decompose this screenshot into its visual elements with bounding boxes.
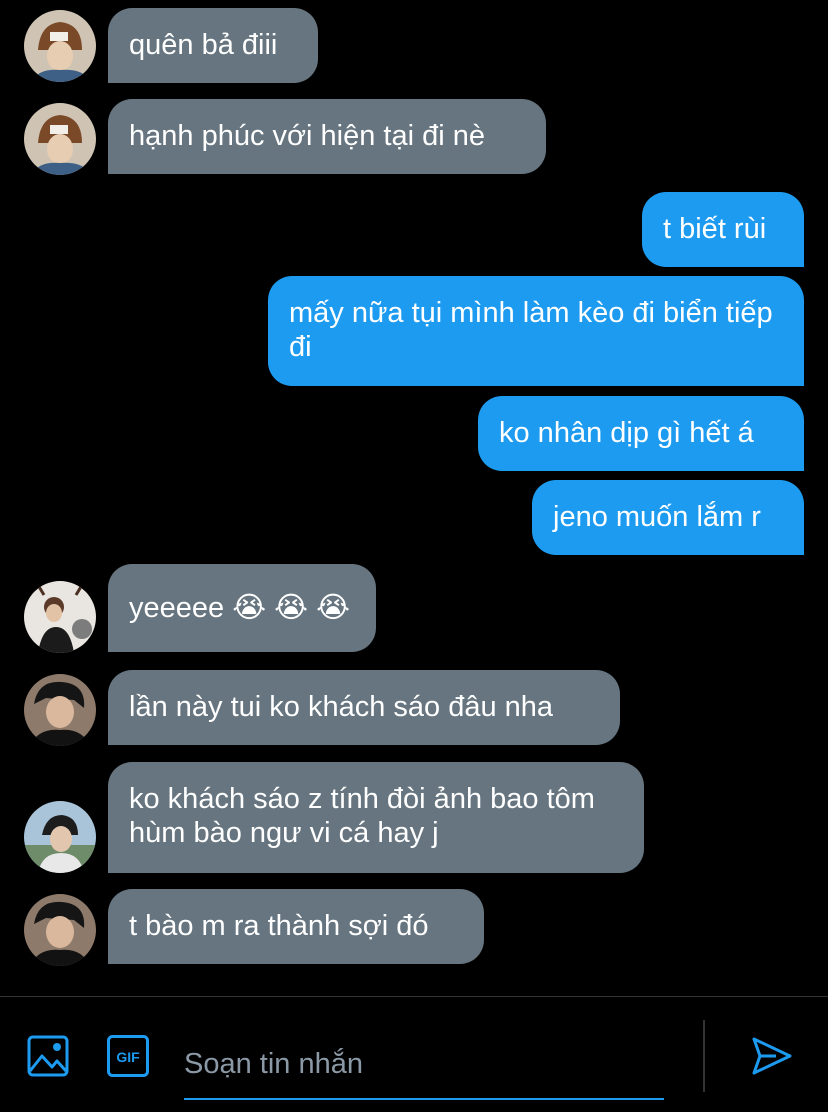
message-bubble-incoming[interactable]: yeeeee 😭 😭 😭 <box>108 564 376 652</box>
gif-icon: GIF <box>107 1035 149 1077</box>
avatar-image <box>24 10 96 82</box>
avatar-image <box>24 581 96 653</box>
avatar-image <box>24 801 96 873</box>
svg-text:GIF: GIF <box>116 1049 140 1065</box>
message-bubble-outgoing[interactable]: ko nhân dịp gì hết á <box>478 396 804 471</box>
message-bubble-incoming[interactable]: quên bả điii <box>108 8 318 83</box>
avatar[interactable] <box>24 10 96 82</box>
image-icon <box>27 1035 69 1077</box>
avatar[interactable] <box>24 581 96 653</box>
gif-button[interactable]: GIF <box>106 1034 150 1078</box>
avatar[interactable] <box>24 674 96 746</box>
message-bubble-outgoing[interactable]: jeno muốn lắm r <box>532 480 804 555</box>
avatar-image <box>24 894 96 966</box>
message-bubble-incoming[interactable]: t bào m ra thành sợi đó <box>108 889 484 964</box>
message-bubble-outgoing[interactable]: mấy nữa tụi mình làm kèo đi biển tiếp đi <box>268 276 804 386</box>
message-input[interactable] <box>184 1030 664 1100</box>
avatar[interactable] <box>24 801 96 873</box>
send-button[interactable] <box>750 1034 794 1078</box>
message-bubble-incoming[interactable]: ko khách sáo z tính đòi ảnh bao tôm hùm … <box>108 762 644 873</box>
message-bubble-incoming[interactable]: lần này tui ko khách sáo đâu nha <box>108 670 620 745</box>
avatar[interactable] <box>24 103 96 175</box>
image-upload-button[interactable] <box>26 1034 70 1078</box>
send-icon <box>752 1037 792 1075</box>
message-bubble-incoming[interactable]: hạnh phúc với hiện tại đi nè <box>108 99 546 174</box>
composer-divider <box>703 1020 705 1092</box>
avatar-image <box>24 103 96 175</box>
avatar-image <box>24 674 96 746</box>
avatar[interactable] <box>24 894 96 966</box>
message-bubble-outgoing[interactable]: t biết rùi <box>642 192 804 267</box>
